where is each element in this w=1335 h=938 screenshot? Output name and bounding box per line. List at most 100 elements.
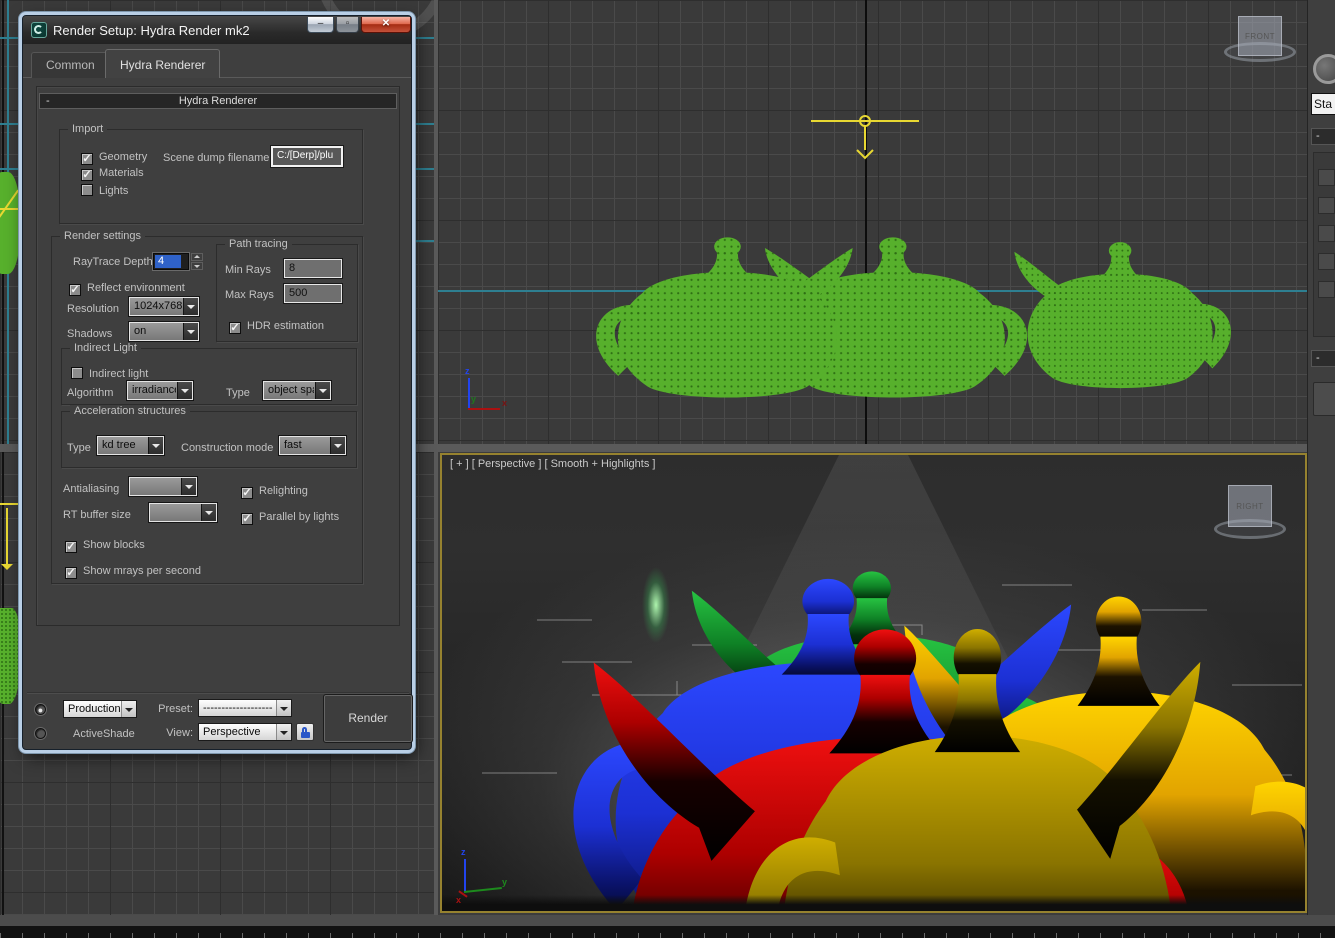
preset-select[interactable]: ------------------- <box>198 699 292 717</box>
chevron-down-icon <box>201 504 216 521</box>
panel-button[interactable] <box>1318 225 1335 242</box>
indirect-type-select[interactable]: object spa <box>263 381 331 400</box>
indirect-light-checkbox[interactable]: Indirect light <box>71 364 148 378</box>
viewport-perspective[interactable]: [ + ] [ Perspective ] [ Smooth + Highlig… <box>440 453 1307 913</box>
rollout-header[interactable]: - <box>1311 350 1335 367</box>
rollout-header[interactable]: - <box>1311 128 1335 145</box>
show-blocks-checkbox[interactable]: ✓Show blocks <box>65 535 145 549</box>
accel-type-label: Type <box>67 442 91 454</box>
view-select[interactable]: Perspective <box>198 723 292 741</box>
shadows-select[interactable]: on <box>129 322 199 341</box>
tab-bar: Common Hydra Renderer <box>23 46 411 78</box>
antialiasing-label: Antialiasing <box>63 483 119 495</box>
lock-icon <box>301 732 310 738</box>
viewport-lock-button[interactable] <box>296 723 314 741</box>
viewcube-right[interactable]: RIGHT <box>1214 485 1286 541</box>
dialog-titlebar[interactable]: Render Setup: Hydra Render mk2 – ▫ ✕ <box>23 16 411 44</box>
viewport-label[interactable]: [ + ] [ Perspective ] [ Smooth + Highlig… <box>450 458 655 470</box>
max-rays-label: Max Rays <box>225 289 274 301</box>
algorithm-select[interactable]: irradiance <box>127 381 193 400</box>
viewcube-face[interactable]: FRONT <box>1238 16 1282 56</box>
object-name-field[interactable]: Sta <box>1311 93 1335 115</box>
track-bar[interactable] <box>0 926 1335 938</box>
rollout-header-hydra[interactable]: - Hydra Renderer <box>39 93 397 109</box>
min-rays-label: Min Rays <box>225 264 271 276</box>
min-rays-input[interactable]: 8 <box>284 259 342 278</box>
chevron-down-icon <box>183 298 198 315</box>
app-icon <box>31 22 47 38</box>
lights-checkbox[interactable]: Lights <box>81 181 128 195</box>
status-bar <box>0 915 1335 926</box>
construction-mode-label: Construction mode <box>181 442 273 454</box>
construction-mode-select[interactable]: fast <box>279 436 346 455</box>
rt-buffer-size-select[interactable] <box>149 503 217 522</box>
tab-hydra-renderer[interactable]: Hydra Renderer <box>105 49 220 78</box>
checkbox-box: ✓ <box>241 487 253 499</box>
spinner-field[interactable]: 4 <box>153 253 189 270</box>
preset-label: Preset: <box>153 703 193 715</box>
resolution-select[interactable]: 1024x768 <box>129 297 199 316</box>
activeshade-radio[interactable] <box>35 728 46 739</box>
panel-button[interactable] <box>1318 197 1335 214</box>
viewcube-face[interactable]: RIGHT <box>1228 485 1272 527</box>
checkbox-box: ✓ <box>229 322 241 334</box>
checkbox-box: ✓ <box>81 169 93 181</box>
rollout-title: Hydra Renderer <box>179 95 257 107</box>
production-radio[interactable]: ● <box>35 704 46 715</box>
render-setup-dialog: Render Setup: Hydra Render mk2 – ▫ ✕ Com… <box>22 15 412 750</box>
floor-shadow-band <box>442 895 1305 911</box>
group-title: Acceleration structures <box>70 405 190 417</box>
chevron-down-icon <box>315 382 330 399</box>
show-mrays-checkbox[interactable]: ✓Show mrays per second <box>65 561 201 575</box>
footer-separator <box>27 692 409 694</box>
antialiasing-select[interactable] <box>129 477 197 496</box>
reflect-environment-checkbox[interactable]: ✓Reflect environment <box>69 278 185 292</box>
command-panel-partial[interactable]: Sta - - <box>1307 0 1335 938</box>
viewcube-front[interactable]: FRONT <box>1224 16 1296 64</box>
light-gizmo-partial[interactable] <box>0 503 24 505</box>
light-gizmo[interactable] <box>438 0 1307 444</box>
viewport-front[interactable]: FRONT z y x <box>438 0 1307 444</box>
panel-button[interactable] <box>1318 253 1335 270</box>
x-axis-label: x <box>456 895 461 905</box>
maximize-button[interactable]: ▫ <box>336 17 359 33</box>
x-axis-label: x <box>502 398 507 408</box>
raytrace-depth-spinner[interactable]: 4 <box>153 253 203 270</box>
spinner-down-icon[interactable] <box>191 262 203 270</box>
filename-input[interactable]: C:/[Derp]/plu <box>271 146 343 167</box>
chevron-down-icon <box>121 701 136 717</box>
panel-button[interactable] <box>1313 382 1335 416</box>
teapot-object-partial[interactable] <box>0 172 20 274</box>
collapse-icon[interactable]: - <box>46 94 50 108</box>
z-axis-label: z <box>465 366 470 376</box>
chevron-down-icon <box>183 323 198 340</box>
tab-common[interactable]: Common <box>31 52 110 78</box>
max-rays-input[interactable]: 500 <box>284 284 342 303</box>
panel-button[interactable] <box>1318 169 1335 186</box>
accel-type-select[interactable]: kd tree <box>97 436 164 455</box>
chevron-down-icon <box>330 437 345 454</box>
chevron-down-icon <box>276 724 291 740</box>
shadows-label: Shadows <box>67 328 112 340</box>
specular-highlight <box>642 567 670 643</box>
relighting-checkbox[interactable]: ✓Relighting <box>241 481 308 495</box>
close-button[interactable]: ✕ <box>361 17 411 33</box>
view-label: View: <box>161 727 193 739</box>
y-axis <box>464 887 502 893</box>
chevron-down-icon <box>148 437 163 454</box>
production-select[interactable]: Production <box>63 700 137 718</box>
geometry-category-icon[interactable] <box>1313 54 1335 84</box>
materials-checkbox[interactable]: ✓Materials <box>81 163 144 177</box>
teapot-object-partial[interactable] <box>0 608 20 704</box>
minimize-button[interactable]: – <box>307 17 334 33</box>
z-axis <box>468 378 470 408</box>
spinner-up-icon[interactable] <box>191 253 203 261</box>
panel-button[interactable] <box>1318 281 1335 298</box>
hdr-estimation-checkbox[interactable]: ✓HDR estimation <box>229 316 324 330</box>
geometry-checkbox[interactable]: ✓Geometry <box>81 147 147 161</box>
checkbox-box: ✓ <box>65 541 77 553</box>
y-axis-label: y <box>502 877 507 887</box>
z-axis-label: z <box>461 847 466 857</box>
render-button[interactable]: Render <box>324 695 412 742</box>
parallel-by-lights-checkbox[interactable]: ✓Parallel by lights <box>241 507 339 521</box>
